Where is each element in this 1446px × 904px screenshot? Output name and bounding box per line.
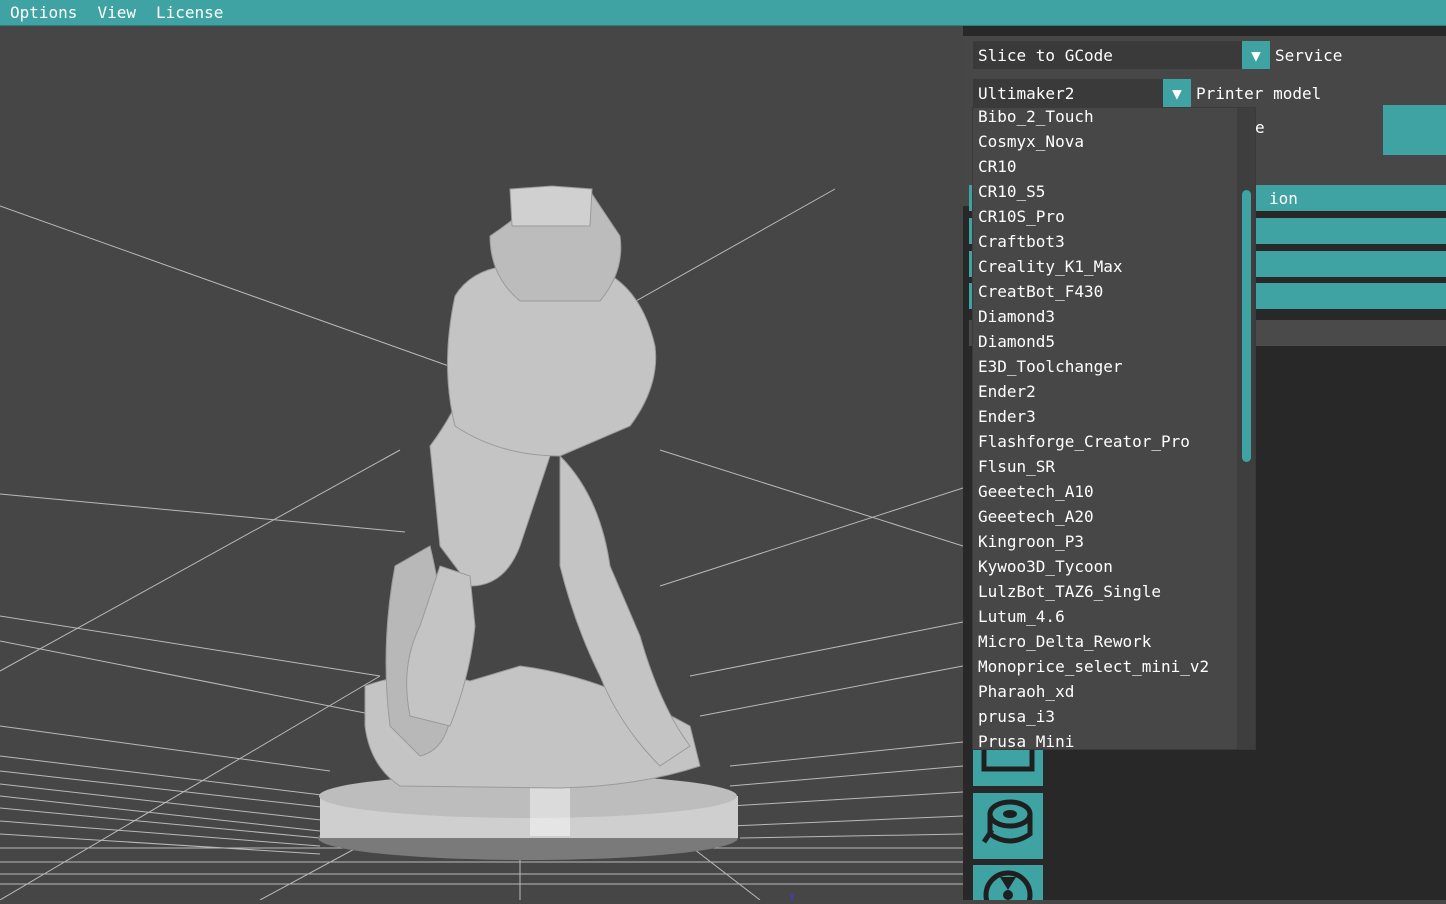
printer-option[interactable]: Pharaoh_xd [973,679,1235,704]
printer-option[interactable]: CR10 [973,154,1235,179]
printer-option[interactable]: Creality_K1_Max [973,254,1235,279]
section-bar-1-label: ion [1269,188,1298,208]
dropdown-scroll-thumb[interactable] [1242,190,1251,462]
filament-tool-button[interactable] [973,793,1043,859]
printer-option[interactable]: Geeetech_A20 [973,504,1235,529]
printer-option[interactable]: Geeetech_A10 [973,479,1235,504]
service-combo[interactable]: Slice to GCode ▼ [973,41,1270,69]
printer-option[interactable]: CR10S_Pro [973,204,1235,229]
model-figure [364,185,701,789]
menu-bar: Options View License [0,0,1446,26]
menu-license[interactable]: License [146,3,233,22]
printer-model-value: Ultimaker2 [978,83,1075,103]
build-plate-grid [0,185,963,900]
filament-spool-icon [980,796,1036,856]
printer-option[interactable]: CreatBot_F430 [973,279,1235,304]
printer-option[interactable]: Flashforge_Creator_Pro [973,429,1235,454]
printer-option[interactable]: E3D_Toolchanger [973,354,1235,379]
chevron-down-icon[interactable]: ▼ [1163,79,1191,107]
printer-option[interactable]: Monoprice_select_mini_v2 [973,654,1235,679]
printer-option[interactable]: Kywoo3D_Tycoon [973,554,1235,579]
fan-tool-button[interactable] [973,865,1043,904]
menu-options[interactable]: Options [0,3,87,22]
fan-icon [980,865,1036,904]
3d-viewport[interactable] [0,26,963,900]
printer-option[interactable]: CR10_S5 [973,179,1235,204]
printer-model-dropdown[interactable]: Bibo_2_Touch Cosmyx_Nova CR10 CR10_S5 CR10S_… [973,108,1255,749]
printer-option[interactable]: Kingroon_P3 [973,529,1235,554]
printer-option[interactable]: Ender3 [973,404,1235,429]
printer-option[interactable]: Bibo_2_Touch [973,108,1235,129]
chevron-down-icon[interactable]: ▼ [1242,41,1270,69]
service-value: Slice to GCode [978,45,1113,65]
menu-view[interactable]: View [87,3,146,22]
dropdown-scrollbar[interactable] [1237,108,1255,749]
printer-option[interactable]: Lutum_4.6 [973,604,1235,629]
printer-option[interactable]: Ender2 [973,379,1235,404]
printer-option[interactable]: Prusa_Mini [973,729,1235,749]
printer-option[interactable]: Diamond5 [973,329,1235,354]
printer-option[interactable]: Diamond3 [973,304,1235,329]
printer-option[interactable]: Cosmyx_Nova [973,129,1235,154]
printer-model-label: Printer model [1196,84,1322,103]
printer-option[interactable]: Craftbot3 [973,229,1235,254]
printer-option[interactable]: prusa_i3 [973,704,1235,729]
printer-option[interactable]: Micro_Delta_Rework [973,629,1235,654]
printer-model-list: Bibo_2_Touch Cosmyx_Nova CR10 CR10_S5 CR10S_… [973,108,1235,749]
action-button[interactable] [1383,105,1446,155]
partial-field-label: e [1255,118,1265,137]
printer-option[interactable]: LulzBot_TAZ6_Single [973,579,1235,604]
printer-option[interactable]: Flsun_SR [973,454,1235,479]
printer-model-combo[interactable]: Ultimaker2 ▼ [973,79,1191,107]
service-label: Service [1275,46,1343,65]
